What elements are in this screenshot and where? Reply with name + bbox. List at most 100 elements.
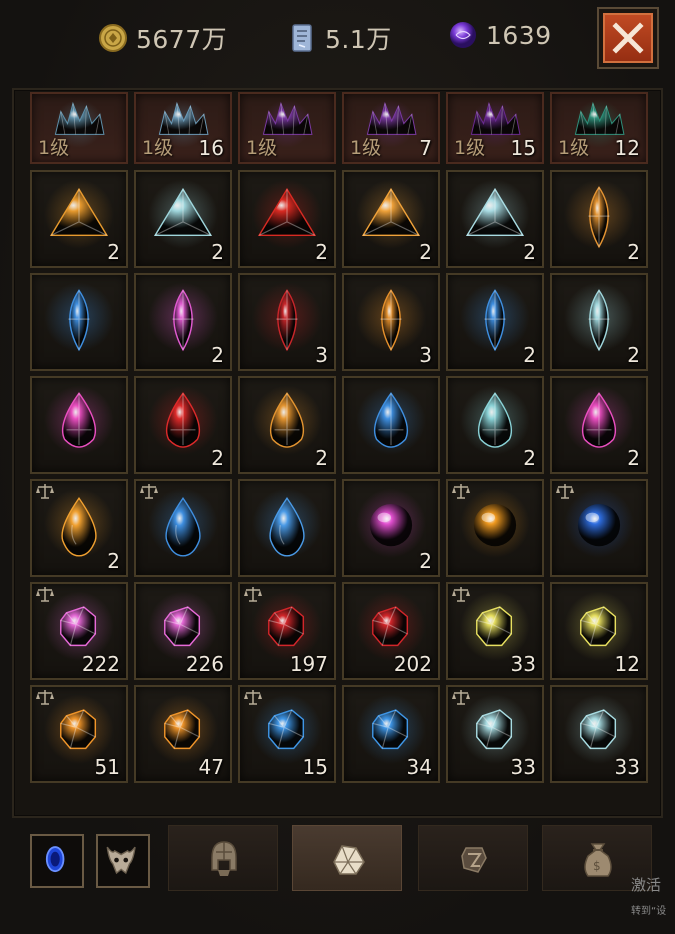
scroll-amount: 5.1万 — [325, 25, 392, 54]
purple-orb-icon — [450, 22, 476, 48]
item-count: 16 — [198, 136, 224, 160]
demon-mask-button[interactable] — [96, 834, 150, 888]
gem-slot[interactable]: 33 — [550, 685, 648, 783]
orb-amount: 1639 — [486, 20, 552, 50]
gem-slot[interactable]: 202 — [342, 582, 440, 680]
gem-slot[interactable]: 3 — [342, 273, 440, 371]
currency-bar: 5677万 5.1万 1639 — [0, 0, 675, 80]
scroll-display: 5.1万 — [287, 20, 392, 56]
gem-slot[interactable]: 2 — [446, 273, 544, 371]
scroll-currency-icon — [292, 24, 312, 52]
item-level: 1级 — [350, 137, 382, 159]
tab-runes[interactable] — [418, 825, 528, 891]
bound-scale-icon — [556, 484, 574, 499]
item-count: 3 — [419, 343, 432, 367]
gem-slot[interactable]: 2 — [238, 376, 336, 474]
pear-gem-icon — [44, 385, 114, 455]
inventory-screen: 5677万 5.1万 1639 1级 1级 16 1级 1级 7 1级 15 1级 12 2 2 2 2 2… — [0, 0, 675, 934]
bound-scale-icon — [244, 690, 262, 705]
gem-slot[interactable]: 33 — [446, 582, 544, 680]
gem-slot[interactable]: 2 — [238, 170, 336, 268]
gem-slot[interactable]: 2 — [30, 479, 128, 577]
item-count: 51 — [94, 755, 120, 779]
item-level: 1级 — [142, 137, 174, 159]
bound-scale-icon — [140, 484, 158, 499]
gem-slot[interactable]: 2 — [134, 170, 232, 268]
bound-scale-icon — [36, 484, 54, 499]
item-count: 2 — [211, 343, 224, 367]
item-count: 197 — [289, 652, 328, 676]
blue-stone-button[interactable] — [30, 834, 84, 888]
tab-equipment[interactable] — [168, 825, 278, 891]
material-slot[interactable]: 1级 15 — [446, 92, 544, 164]
gem-slot[interactable]: 197 — [238, 582, 336, 680]
gem-slot[interactable]: 12 — [550, 582, 648, 680]
close-button[interactable] — [597, 7, 659, 69]
gem-slot[interactable]: 2 — [342, 170, 440, 268]
orb-display: 1639 — [448, 20, 552, 50]
item-count: 2 — [107, 549, 120, 573]
material-slot[interactable]: 1级 16 — [134, 92, 232, 164]
material-slot[interactable]: 1级 — [30, 92, 128, 164]
gem-slot[interactable] — [446, 479, 544, 577]
bottom-bar: $ — [0, 820, 675, 934]
item-count: 33 — [510, 755, 536, 779]
rune-tab-icon — [461, 847, 487, 873]
gem-slot[interactable]: 2 — [550, 170, 648, 268]
item-count: 226 — [185, 652, 224, 676]
bound-scale-icon — [36, 690, 54, 705]
gem-slot[interactable] — [30, 273, 128, 371]
gem-slot[interactable]: 2 — [550, 376, 648, 474]
gem-slot[interactable]: 3 — [238, 273, 336, 371]
bound-scale-icon — [452, 484, 470, 499]
item-level: 1级 — [38, 137, 70, 159]
gem-slot[interactable]: 51 — [30, 685, 128, 783]
item-count: 47 — [198, 755, 224, 779]
material-slot[interactable]: 1级 7 — [342, 92, 440, 164]
gem-slot[interactable]: 15 — [238, 685, 336, 783]
gem-slot[interactable]: 2 — [446, 170, 544, 268]
gem-slot[interactable]: 2 — [550, 273, 648, 371]
tab-gems[interactable] — [292, 825, 402, 891]
gem-slot[interactable]: 2 — [134, 273, 232, 371]
gem-slot[interactable]: 47 — [134, 685, 232, 783]
gem-slot[interactable]: 2 — [134, 376, 232, 474]
svg-text:$: $ — [593, 859, 601, 873]
material-slot[interactable]: 1级 12 — [550, 92, 648, 164]
close-button-face — [603, 13, 653, 63]
watermark-line1: 激活 — [631, 876, 662, 894]
gem-slot[interactable]: 2 — [446, 376, 544, 474]
gem-slot[interactable]: 34 — [342, 685, 440, 783]
item-count: 2 — [627, 343, 640, 367]
item-count: 2 — [315, 240, 328, 264]
gem-slot[interactable]: 222 — [30, 582, 128, 680]
gem-slot[interactable]: 33 — [446, 685, 544, 783]
gem-slot[interactable] — [238, 479, 336, 577]
item-count: 2 — [211, 446, 224, 470]
item-count: 2 — [523, 240, 536, 264]
gem-slot[interactable]: 2 — [30, 170, 128, 268]
item-count: 2 — [523, 446, 536, 470]
item-count: 34 — [406, 755, 432, 779]
item-count: 33 — [510, 652, 536, 676]
item-count: 12 — [614, 136, 640, 160]
item-count: 3 — [315, 343, 328, 367]
gem-slot[interactable] — [134, 479, 232, 577]
item-count: 33 — [614, 755, 640, 779]
gem-slot[interactable] — [550, 479, 648, 577]
helmet-icon — [211, 841, 237, 876]
gem-slot[interactable] — [342, 376, 440, 474]
item-count: 2 — [419, 240, 432, 264]
bound-scale-icon — [452, 587, 470, 602]
item-count: 2 — [627, 446, 640, 470]
item-count: 2 — [315, 446, 328, 470]
item-count: 202 — [393, 652, 432, 676]
item-level: 1级 — [558, 137, 590, 159]
item-count: 7 — [419, 136, 432, 160]
gem-slot[interactable] — [30, 376, 128, 474]
gem-slot[interactable]: 226 — [134, 582, 232, 680]
drop-gem-icon — [252, 488, 322, 558]
gold-amount: 5677万 — [136, 25, 228, 54]
gem-slot[interactable]: 2 — [342, 479, 440, 577]
material-slot[interactable]: 1级 — [238, 92, 336, 164]
